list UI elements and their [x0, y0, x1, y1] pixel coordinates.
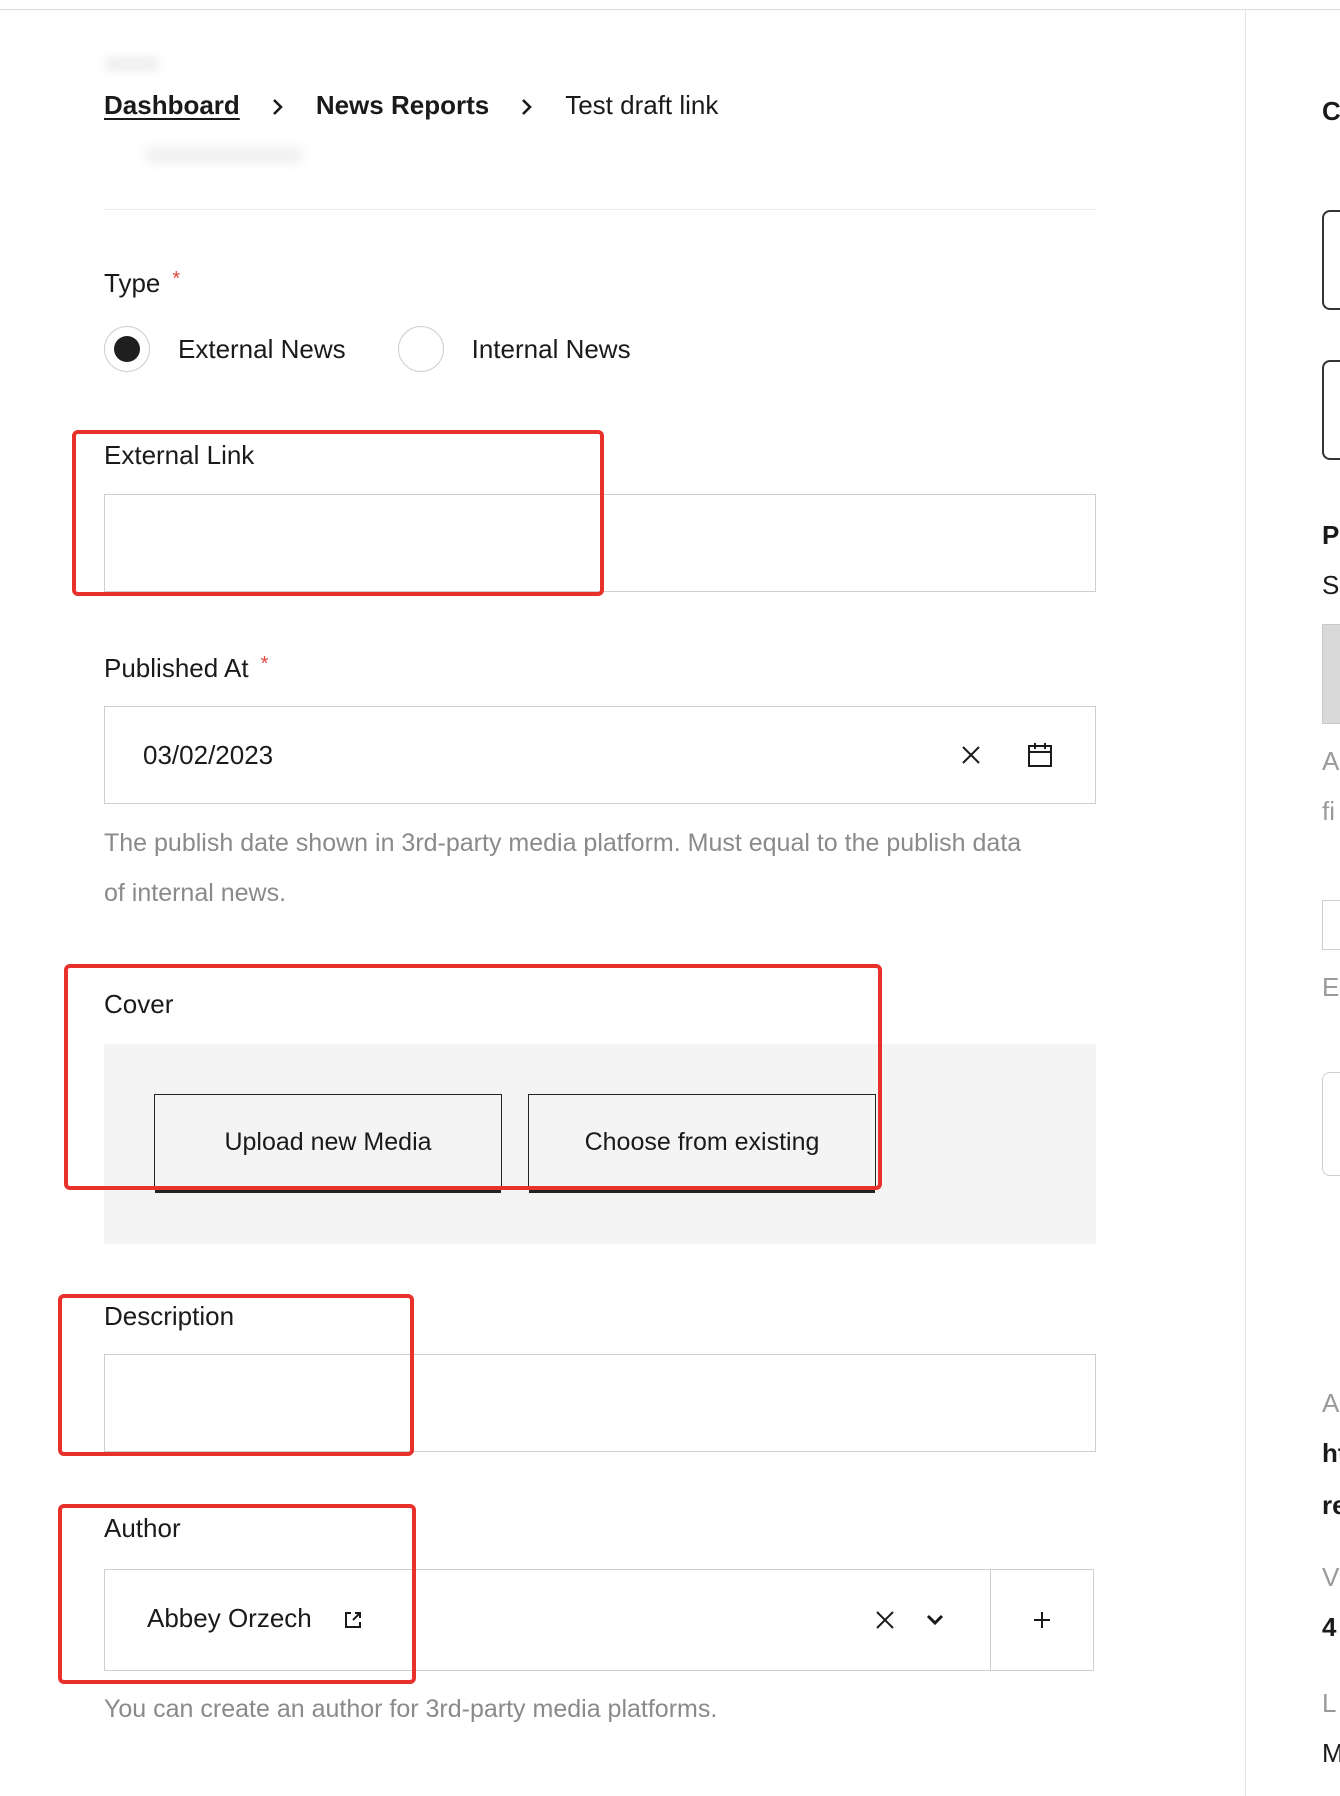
radio-external-news[interactable]: External News — [104, 326, 346, 372]
add-author-button[interactable] — [990, 1570, 1093, 1670]
cover-dropzone: Upload new Media Choose from existing — [104, 1044, 1096, 1244]
author-value: Abbey Orzech — [147, 1603, 312, 1633]
radio-dot — [114, 336, 140, 362]
external-link-icon[interactable] — [333, 1570, 373, 1670]
right-panel-text: P — [1322, 520, 1340, 550]
page: Dashboard News Reports Test draft link T… — [0, 0, 1340, 1796]
right-panel: C P S A fi E A ht re V 4 L M — [1322, 0, 1340, 1796]
radio-button-unchecked[interactable] — [397, 326, 444, 372]
right-panel-text: re — [1322, 1490, 1340, 1520]
right-panel-field[interactable] — [1322, 900, 1340, 950]
top-divider — [0, 0, 1340, 10]
right-panel-text: C — [1322, 96, 1340, 126]
description-label: Description — [104, 1301, 235, 1331]
type-label-text: Type — [104, 268, 161, 298]
breadcrumb-news-reports[interactable]: News Reports — [316, 90, 489, 121]
external-link-label: External Link — [104, 440, 255, 470]
right-panel-divider — [1245, 10, 1246, 1796]
published-at-helper: The publish date shown in 3rd-party medi… — [104, 818, 1096, 918]
right-panel-text: 4 — [1322, 1612, 1337, 1642]
published-at-value: 03/02/2023 — [143, 740, 274, 770]
required-mark: * — [260, 653, 269, 675]
author-select[interactable]: Abbey Orzech — [104, 1569, 1094, 1671]
radio-label: Internal News — [471, 333, 631, 364]
header-divider — [104, 209, 1096, 210]
external-link-input[interactable] — [104, 494, 1096, 592]
right-panel-text: fi — [1322, 796, 1335, 826]
chevron-right-icon — [489, 90, 565, 121]
clear-date-icon[interactable] — [951, 707, 991, 803]
right-panel-image — [1322, 624, 1340, 724]
radio-button-checked[interactable] — [104, 326, 150, 372]
choose-from-existing-button[interactable]: Choose from existing — [528, 1094, 876, 1190]
right-panel-field[interactable] — [1322, 210, 1340, 310]
helper-line: The publish date shown in 3rd-party medi… — [104, 829, 1022, 857]
right-panel-text: A — [1322, 1388, 1340, 1418]
right-panel-text: ht — [1322, 1438, 1340, 1468]
type-label: Type * — [104, 268, 180, 299]
description-input[interactable] — [104, 1354, 1096, 1452]
chevron-right-icon — [240, 90, 316, 121]
published-at-input[interactable]: 03/02/2023 — [104, 706, 1096, 804]
upload-new-media-button[interactable]: Upload new Media — [154, 1094, 502, 1190]
radio-label: External News — [178, 333, 346, 364]
published-at-label-text: Published At — [104, 653, 249, 683]
right-panel-text: L — [1322, 1688, 1337, 1718]
right-panel-text: A — [1322, 746, 1340, 776]
right-panel-text: S — [1322, 570, 1340, 600]
plus-icon — [1034, 1612, 1050, 1628]
calendar-icon[interactable] — [1015, 707, 1065, 803]
helper-line: of internal news. — [104, 879, 287, 907]
right-panel-field[interactable] — [1322, 360, 1340, 460]
author-label: Author — [104, 1513, 181, 1543]
required-mark: * — [172, 268, 181, 290]
blurred-header-text — [144, 146, 304, 164]
blurred-header-text — [104, 56, 160, 72]
radio-internal-news[interactable]: Internal News — [397, 326, 631, 372]
right-panel-text: M — [1322, 1738, 1340, 1768]
breadcrumb: Dashboard News Reports Test draft link — [104, 90, 718, 121]
right-panel-field[interactable] — [1322, 1072, 1340, 1176]
breadcrumb-dashboard[interactable]: Dashboard — [104, 90, 240, 121]
right-panel-text: V — [1322, 1562, 1340, 1592]
right-panel-text: E — [1322, 972, 1340, 1002]
type-radio-group: External News Internal News — [104, 326, 631, 372]
author-helper: You can create an author for 3rd-party m… — [104, 1695, 718, 1723]
clear-author-icon[interactable] — [865, 1570, 905, 1670]
chevron-down-icon[interactable] — [915, 1570, 955, 1670]
published-at-label: Published At * — [104, 653, 268, 684]
cover-label: Cover — [104, 989, 174, 1019]
breadcrumb-current: Test draft link — [565, 90, 719, 120]
